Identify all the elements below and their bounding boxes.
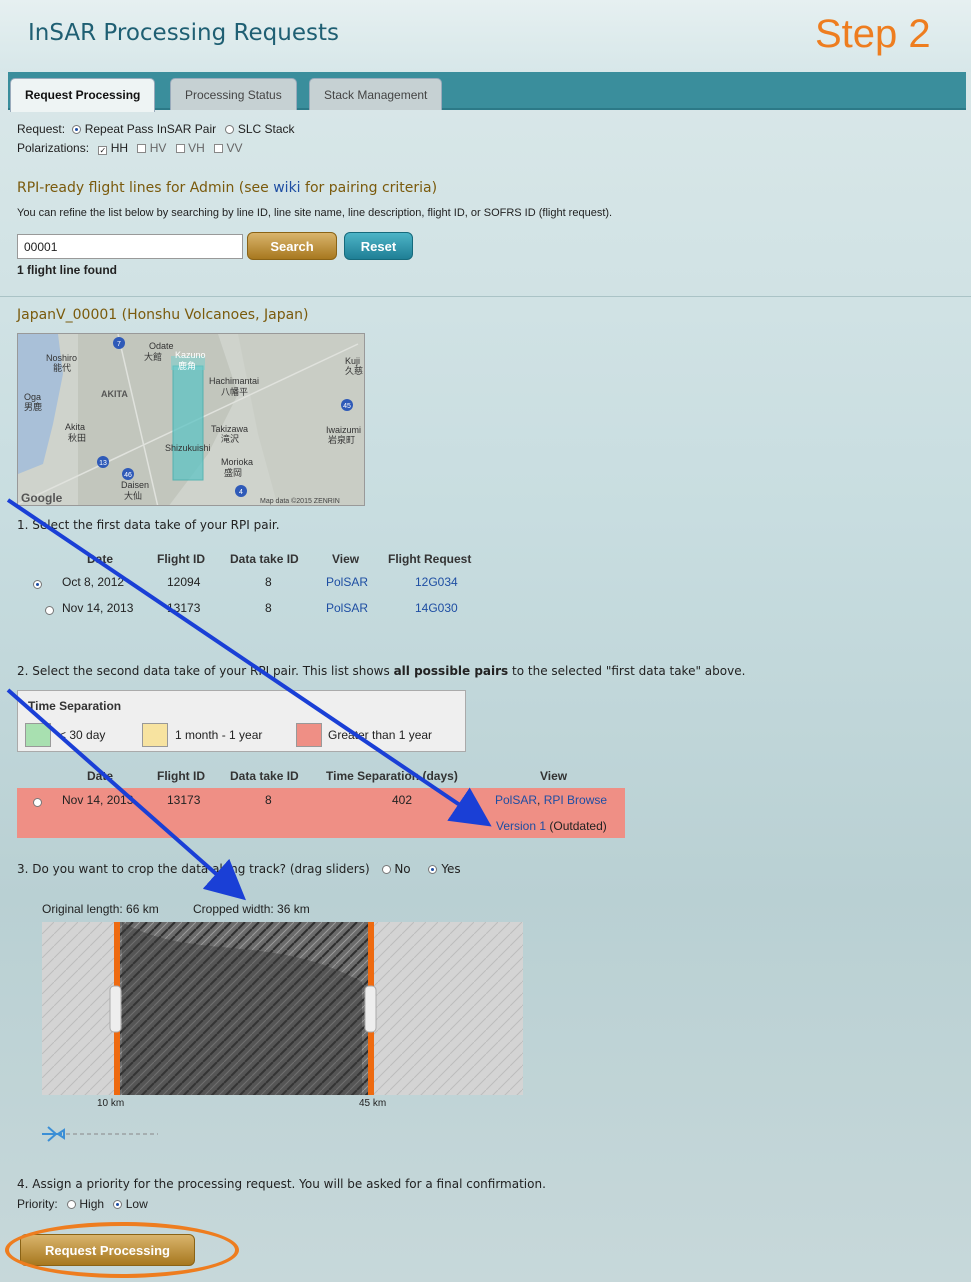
annotation-arrows — [6, 498, 492, 901]
